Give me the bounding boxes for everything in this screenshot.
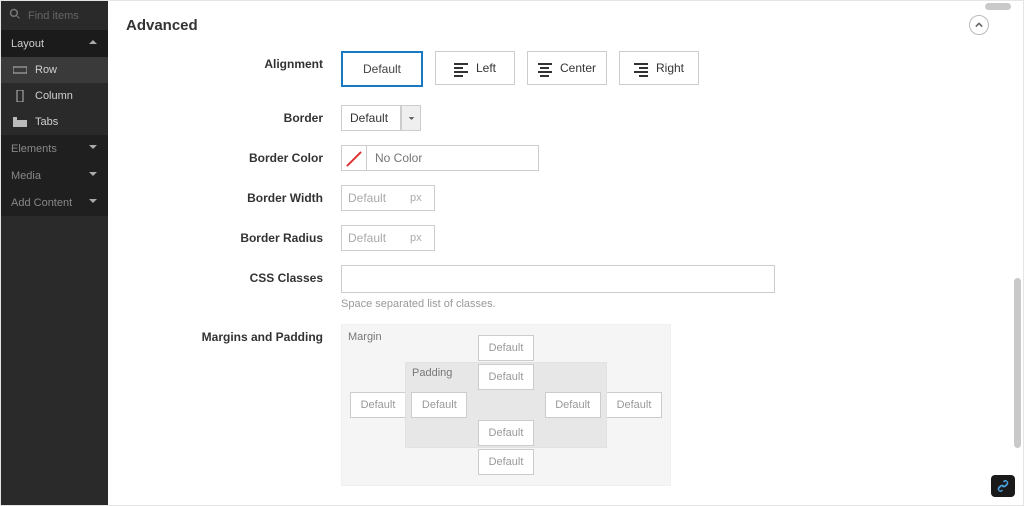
chevron-up-icon <box>975 21 983 29</box>
caret-down-icon <box>408 115 415 122</box>
margin-left-input[interactable] <box>350 392 406 418</box>
sidebar-search[interactable] <box>1 1 108 30</box>
vertical-scrollbar[interactable] <box>1011 3 1021 503</box>
border-select-value: Default <box>341 105 401 131</box>
border-width-input[interactable] <box>342 191 410 205</box>
label-border-width: Border Width <box>138 185 341 205</box>
unit-label: px <box>410 232 428 244</box>
sidebar-section-label: Elements <box>11 143 57 155</box>
unit-label: px <box>410 192 428 204</box>
alignment-option-right[interactable]: Right <box>619 51 699 85</box>
sidebar-item-tabs[interactable]: Tabs <box>1 109 108 135</box>
align-left-icon <box>454 63 468 73</box>
tabs-icon <box>13 116 27 128</box>
sidebar-section-label: Add Content <box>11 197 72 209</box>
link-icon <box>996 479 1010 493</box>
sidebar-item-column[interactable]: Column <box>1 83 108 109</box>
top-scrollbar[interactable] <box>108 1 1011 13</box>
margin-right-input[interactable] <box>606 392 662 418</box>
label-border-radius: Border Radius <box>138 225 341 245</box>
search-input[interactable] <box>26 9 100 23</box>
border-select[interactable]: Default <box>341 105 421 131</box>
sidebar-item-label: Column <box>35 90 73 102</box>
margin-bottom-input[interactable] <box>478 449 534 475</box>
collapse-button[interactable] <box>969 15 989 35</box>
alignment-group: Default Left Center Right <box>341 51 993 87</box>
border-radius-input[interactable] <box>342 231 410 245</box>
color-swatch-none[interactable] <box>341 145 367 171</box>
alignment-option-left[interactable]: Left <box>435 51 515 85</box>
chevron-down-icon <box>88 169 98 182</box>
css-classes-hint: Space separated list of classes. <box>341 298 993 310</box>
padding-bottom-input[interactable] <box>478 420 534 446</box>
margin-top-input[interactable] <box>478 335 534 361</box>
chevron-down-icon <box>88 142 98 155</box>
sidebar-section-media[interactable]: Media <box>1 162 108 189</box>
padding-top-input[interactable] <box>478 364 534 390</box>
sidebar-section-add-content[interactable]: Add Content <box>1 189 108 216</box>
label-border-color: Border Color <box>138 145 341 165</box>
box-model: Margin Padding <box>341 324 671 486</box>
border-color-input[interactable] <box>367 145 539 171</box>
sidebar-section-elements[interactable]: Elements <box>1 135 108 162</box>
main-panel: Advanced Alignment Default Left <box>108 1 1023 505</box>
sidebar-item-label: Row <box>35 64 57 76</box>
align-center-icon <box>538 63 552 73</box>
label-border: Border <box>138 105 341 125</box>
dropdown-toggle[interactable] <box>401 105 421 131</box>
margin-label: Margin <box>348 331 382 343</box>
label-css-classes: CSS Classes <box>138 265 341 285</box>
sidebar-section-layout[interactable]: Layout <box>1 30 108 57</box>
chevron-down-icon <box>88 196 98 209</box>
column-icon <box>13 90 27 102</box>
label-alignment: Alignment <box>138 51 341 71</box>
chevron-up-icon <box>88 37 98 50</box>
alignment-option-default[interactable]: Default <box>341 51 423 87</box>
sidebar-item-row[interactable]: Row <box>1 57 108 83</box>
row-icon <box>13 64 27 76</box>
sidebar: Layout Row Column Tabs Elements Media Ad… <box>1 1 108 505</box>
link-badge[interactable] <box>991 475 1015 497</box>
sidebar-item-label: Tabs <box>35 116 58 128</box>
padding-right-input[interactable] <box>545 392 601 418</box>
padding-left-input[interactable] <box>411 392 467 418</box>
padding-area: Padding <box>405 362 607 448</box>
css-classes-input[interactable] <box>341 265 775 293</box>
alignment-option-center[interactable]: Center <box>527 51 607 85</box>
panel-title: Advanced <box>126 17 198 34</box>
sidebar-section-label: Layout <box>11 38 44 50</box>
label-margins-padding: Margins and Padding <box>138 324 341 344</box>
align-right-icon <box>634 63 648 73</box>
sidebar-section-label: Media <box>11 170 41 182</box>
search-icon <box>9 8 21 23</box>
